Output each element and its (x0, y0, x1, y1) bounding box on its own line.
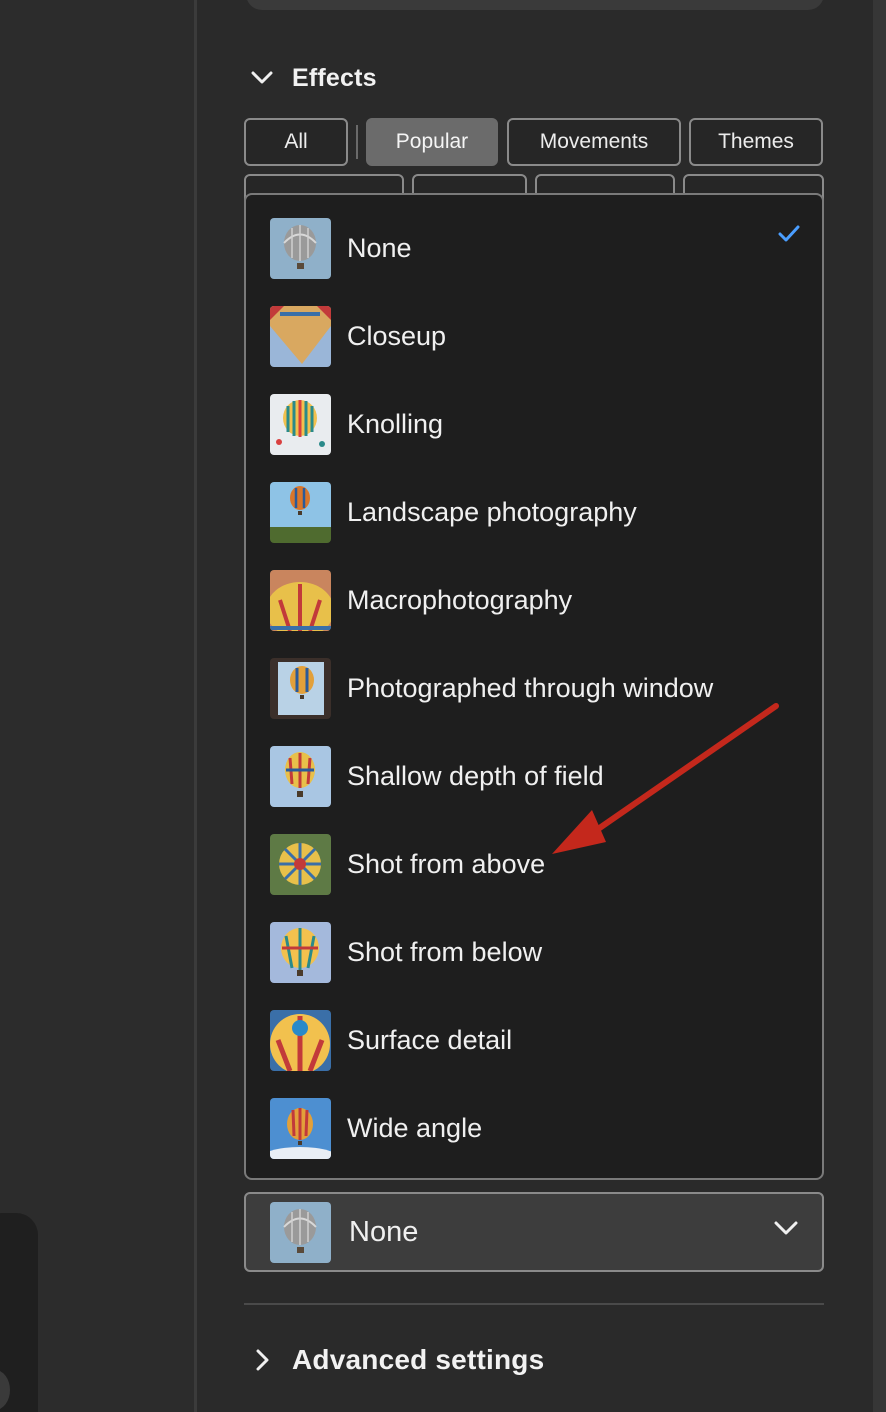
option-closeup[interactable]: Closeup (270, 305, 800, 367)
option-label: Wide angle (347, 1112, 483, 1143)
tag-popular[interactable]: Popular (366, 118, 498, 166)
balloon-surface-thumb-icon (270, 1009, 331, 1071)
left-canvas-area (0, 0, 195, 1412)
advanced-settings-header[interactable]: Advanced settings (250, 1342, 544, 1378)
effects-section-header[interactable]: Effects (250, 60, 377, 96)
tag-separator (356, 125, 358, 159)
option-label: Macrophotography (347, 584, 573, 615)
section-divider (244, 1303, 824, 1305)
balloon-landscape-thumb-icon (270, 481, 331, 543)
option-landscape-photography[interactable]: Landscape photography (270, 481, 800, 543)
option-macrophotography[interactable]: Macrophotography (270, 569, 800, 631)
chevron-right-icon (250, 1348, 274, 1372)
option-none[interactable]: None (270, 217, 800, 279)
tag-movements[interactable]: Movements (507, 118, 681, 166)
option-wide-angle[interactable]: Wide angle (270, 1097, 800, 1159)
option-label: Shot from above (347, 848, 546, 879)
option-surface-detail[interactable]: Surface detail (270, 1009, 800, 1071)
effects-dropdown-menu: None Closeup Knolling Landscape photogra… (244, 193, 824, 1180)
option-label: Surface detail (347, 1024, 513, 1055)
option-label: Shot from below (347, 936, 543, 967)
balloon-below-thumb-icon (270, 921, 331, 983)
panel-scrollbar-track[interactable] (873, 0, 886, 1412)
option-label: Closeup (347, 320, 447, 351)
option-shot-from-below[interactable]: Shot from below (270, 921, 800, 983)
option-label: Knolling (347, 408, 444, 439)
effects-select-field[interactable]: None (244, 1192, 824, 1272)
balloon-macro-thumb-icon (270, 569, 331, 631)
effects-tag-row: All Popular Movements Themes (244, 118, 823, 166)
effects-title: Effects (292, 63, 377, 92)
tag-themes[interactable]: Themes (689, 118, 823, 166)
option-label: None (347, 232, 412, 263)
tag-all[interactable]: All (244, 118, 348, 166)
option-label: Photographed through window (347, 672, 714, 703)
chevron-down-icon (250, 66, 274, 90)
balloon-window-thumb-icon (270, 657, 331, 719)
balloon-shallow-thumb-icon (270, 745, 331, 807)
checkmark-icon (778, 225, 800, 248)
balloon-wide-thumb-icon (270, 1097, 331, 1159)
balloon-gray-thumb-icon (270, 217, 331, 279)
chevron-down-icon (774, 1220, 798, 1241)
balloon-above-thumb-icon (270, 833, 331, 895)
option-knolling[interactable]: Knolling (270, 393, 800, 455)
previous-field[interactable] (246, 0, 824, 10)
select-value: None (349, 1215, 419, 1248)
balloon-gray-thumb-icon (270, 1201, 331, 1263)
advanced-settings-title: Advanced settings (292, 1344, 545, 1375)
option-label: Landscape photography (347, 496, 637, 527)
balloon-knolling-thumb-icon (270, 393, 331, 455)
balloon-closeup-thumb-icon (270, 305, 331, 367)
annotation-arrow-icon (552, 703, 779, 854)
